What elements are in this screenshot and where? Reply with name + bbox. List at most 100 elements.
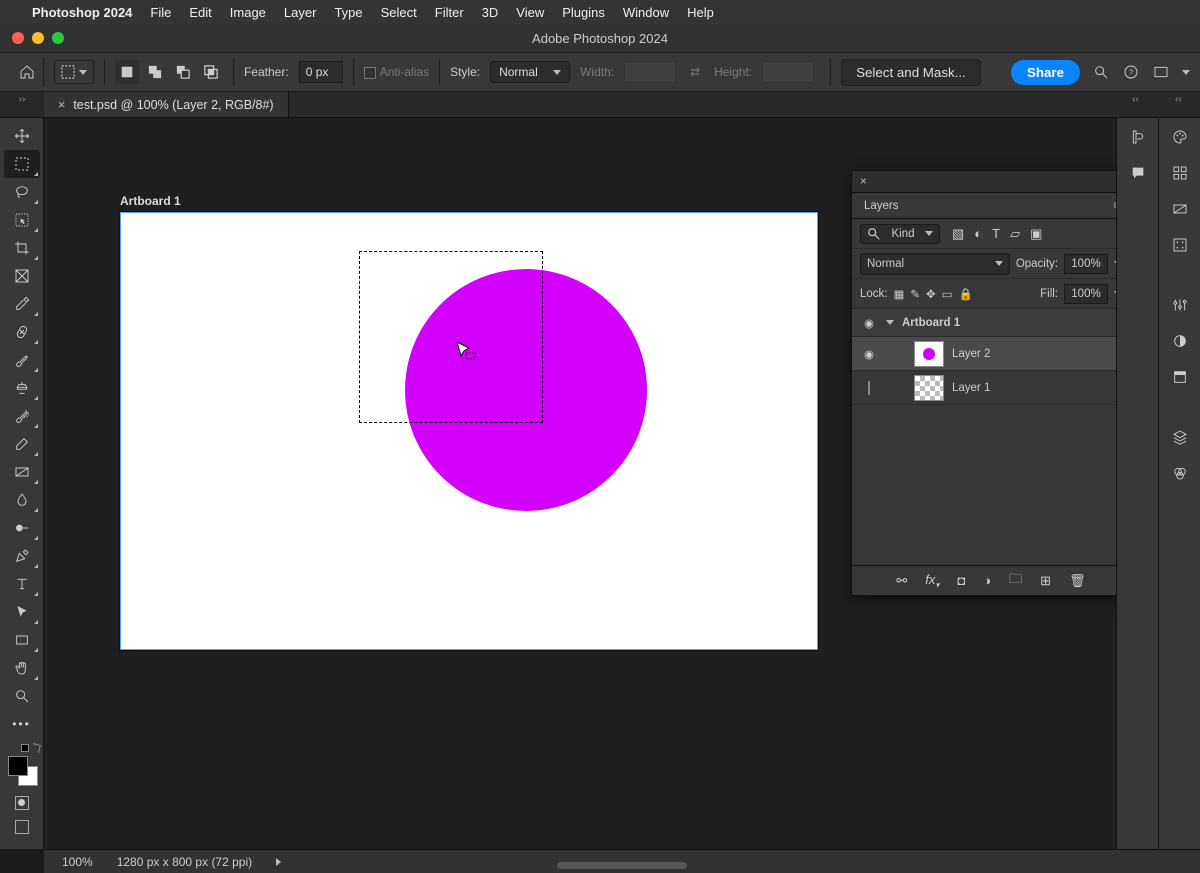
lock-artboard-icon[interactable]: ▭ xyxy=(942,287,953,301)
visibility-toggle[interactable]: ◉ xyxy=(860,347,878,361)
frame-tool[interactable] xyxy=(4,262,40,290)
new-layer-icon[interactable]: ⊞ xyxy=(1040,573,1051,589)
opacity-input[interactable]: 100% xyxy=(1064,254,1108,274)
quick-mask-button[interactable] xyxy=(15,796,29,810)
menu-layer[interactable]: Layer xyxy=(284,5,317,20)
fill-input[interactable]: 100% xyxy=(1064,284,1108,304)
lock-position-icon[interactable]: ✥ xyxy=(926,287,936,301)
document-tab[interactable]: × test.psd @ 100% (Layer 2, RGB/8#) xyxy=(44,92,289,117)
screen-mode-button[interactable] xyxy=(15,820,29,834)
selection-add-button[interactable] xyxy=(143,60,167,84)
collapse-panels-1-button[interactable]: ‹‹ xyxy=(1132,94,1139,105)
collapse-panels-2-button[interactable]: ‹‹ xyxy=(1175,94,1182,105)
layer-filter-kind-dropdown[interactable]: Kind xyxy=(860,224,940,244)
foreground-color-swatch[interactable] xyxy=(8,756,28,776)
layer-thumbnail[interactable] xyxy=(914,375,944,401)
chevron-down-icon[interactable] xyxy=(886,320,894,325)
menu-window[interactable]: Window xyxy=(623,5,669,20)
search-icon[interactable] xyxy=(1092,63,1110,81)
lock-all-icon[interactable]: 🔒 xyxy=(959,287,973,301)
menu-3d[interactable]: 3D xyxy=(482,5,499,20)
channels-panel-icon[interactable] xyxy=(1167,460,1193,486)
menu-view[interactable]: View xyxy=(516,5,544,20)
layer-name[interactable]: Layer 1 xyxy=(952,382,990,394)
move-tool[interactable] xyxy=(4,122,40,150)
expand-panels-left-button[interactable]: ›› xyxy=(0,92,44,117)
marquee-tool[interactable] xyxy=(4,150,40,178)
eyedropper-tool[interactable] xyxy=(4,290,40,318)
color-panel-icon[interactable] xyxy=(1167,124,1193,150)
lock-pixels-icon[interactable]: ✎ xyxy=(910,287,920,301)
default-colors-icon[interactable] xyxy=(21,744,29,752)
share-button[interactable]: Share xyxy=(1011,60,1080,85)
filter-adjustment-icon[interactable]: ◐ xyxy=(974,226,982,242)
menu-edit[interactable]: Edit xyxy=(189,5,211,20)
filter-pixel-icon[interactable]: ▧ xyxy=(952,226,964,242)
libraries-panel-icon[interactable] xyxy=(1167,364,1193,390)
document-info[interactable]: 1280 px x 800 px (72 ppi) xyxy=(117,855,252,869)
close-tab-icon[interactable]: × xyxy=(58,98,65,112)
brush-tool[interactable] xyxy=(4,346,40,374)
panel-close-icon[interactable]: × xyxy=(860,176,867,188)
artboard-layer-row[interactable]: ◉ Artboard 1 xyxy=(852,309,1116,337)
app-name[interactable]: Photoshop 2024 xyxy=(32,5,132,20)
panel-menu-icon[interactable]: ≡ xyxy=(1103,200,1116,212)
lasso-tool[interactable] xyxy=(4,178,40,206)
gradients-panel-icon[interactable] xyxy=(1167,196,1193,222)
group-icon[interactable]: 🗀 xyxy=(1009,570,1022,592)
patterns-panel-icon[interactable] xyxy=(1167,232,1193,258)
type-tool[interactable] xyxy=(4,570,40,598)
layer-name[interactable]: Layer 2 xyxy=(952,348,990,360)
layers-panel-icon[interactable] xyxy=(1167,424,1193,450)
horizontal-scrollbar[interactable] xyxy=(557,862,687,869)
healing-brush-tool[interactable] xyxy=(4,318,40,346)
gradient-tool[interactable] xyxy=(4,458,40,486)
eraser-tool[interactable] xyxy=(4,430,40,458)
filter-type-icon[interactable]: T xyxy=(992,226,1000,242)
history-panel-icon[interactable] xyxy=(1125,124,1151,150)
chevron-down-icon[interactable] xyxy=(1114,261,1116,266)
lock-transparent-icon[interactable]: ▦ xyxy=(894,287,905,301)
clone-stamp-tool[interactable] xyxy=(4,374,40,402)
menu-image[interactable]: Image xyxy=(230,5,266,20)
layer-thumbnail[interactable] xyxy=(914,341,944,367)
pen-tool[interactable] xyxy=(4,542,40,570)
styles-panel-icon[interactable] xyxy=(1167,328,1193,354)
menu-plugins[interactable]: Plugins xyxy=(562,5,605,20)
adjustment-layer-icon[interactable]: ◑ xyxy=(983,573,991,588)
comments-panel-icon[interactable] xyxy=(1125,160,1151,186)
artboard-label[interactable]: Artboard 1 xyxy=(120,194,181,208)
link-layers-icon[interactable]: ⚯ xyxy=(896,573,907,589)
layers-tab[interactable]: Layers xyxy=(852,194,911,218)
hand-tool[interactable] xyxy=(4,654,40,682)
adjustments-panel-icon[interactable] xyxy=(1167,292,1193,318)
filter-smart-icon[interactable]: ▣ xyxy=(1030,226,1042,242)
filter-shape-icon[interactable]: ▱ xyxy=(1010,226,1020,242)
zoom-tool[interactable] xyxy=(4,682,40,710)
crop-tool[interactable] xyxy=(4,234,40,262)
object-selection-tool[interactable] xyxy=(4,206,40,234)
selection-intersect-button[interactable] xyxy=(199,60,223,84)
layer-row-layer1[interactable]: Layer 1 xyxy=(852,371,1116,405)
menu-filter[interactable]: Filter xyxy=(435,5,464,20)
blur-tool[interactable] xyxy=(4,486,40,514)
menu-select[interactable]: Select xyxy=(381,5,417,20)
swatches-panel-icon[interactable] xyxy=(1167,160,1193,186)
menu-file[interactable]: File xyxy=(150,5,171,20)
workspace-icon[interactable] xyxy=(1152,63,1170,81)
mask-icon[interactable]: ◘ xyxy=(957,573,965,588)
selection-new-button[interactable] xyxy=(115,60,139,84)
current-tool-dropdown[interactable] xyxy=(54,60,94,84)
fx-icon[interactable]: fx▾ xyxy=(925,572,939,590)
dodge-tool[interactable] xyxy=(4,514,40,542)
path-selection-tool[interactable] xyxy=(4,598,40,626)
style-dropdown[interactable]: Normal xyxy=(490,61,570,83)
chevron-down-icon[interactable] xyxy=(1114,291,1116,296)
selection-subtract-button[interactable] xyxy=(171,60,195,84)
canvas-area[interactable]: Artboard 1 × ‹‹ Layers ≡ Kind xyxy=(44,118,1116,849)
home-button[interactable] xyxy=(10,57,44,87)
status-more-icon[interactable] xyxy=(276,858,281,866)
artboard[interactable] xyxy=(120,212,818,650)
feather-input[interactable] xyxy=(299,61,343,83)
delete-layer-icon[interactable]: 🗑 xyxy=(1069,573,1086,589)
